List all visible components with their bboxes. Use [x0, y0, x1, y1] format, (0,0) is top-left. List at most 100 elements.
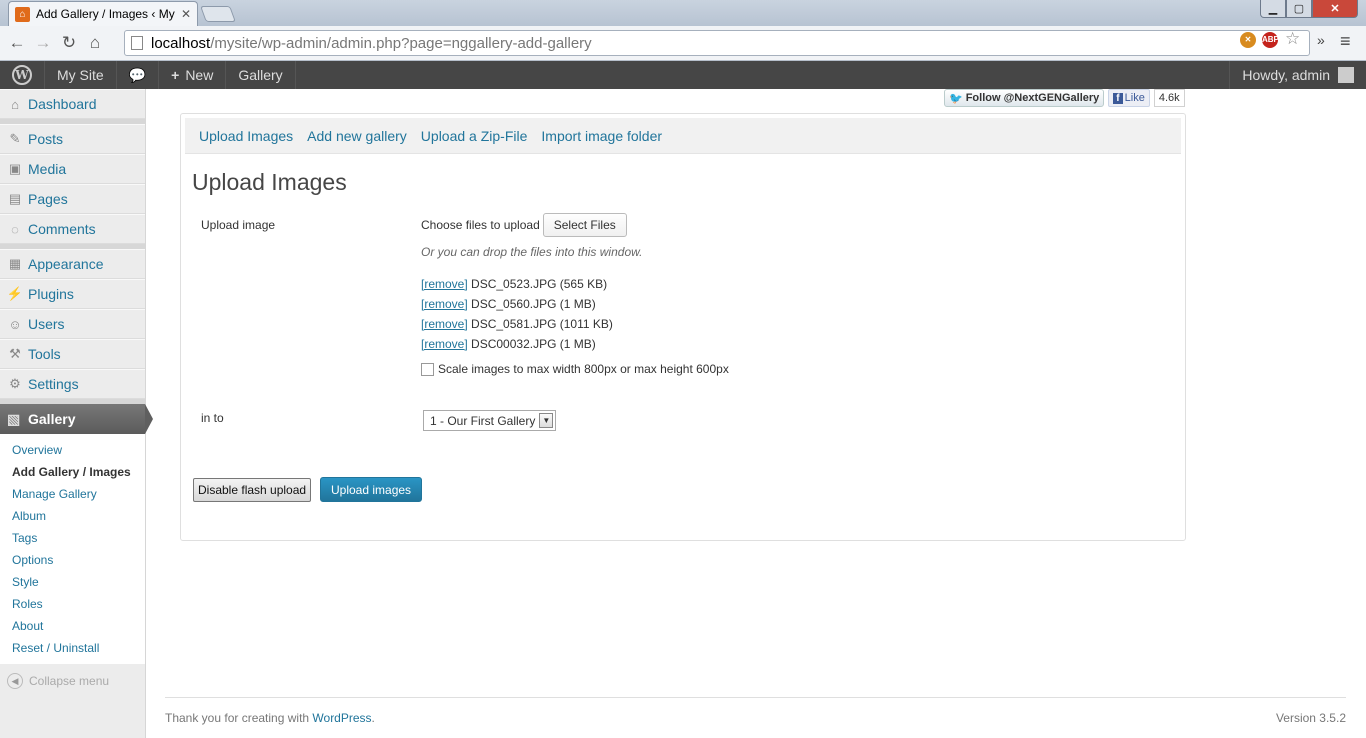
sidebar-item-label: Dashboard	[28, 96, 97, 112]
forward-arrow-icon[interactable]: →	[30, 33, 56, 53]
pin-icon: ✎	[9, 131, 21, 146]
comment-bubble-icon: 💬	[128, 66, 147, 83]
close-window-button[interactable]: ✕	[1312, 0, 1358, 18]
version-text: Version 3.5.2	[1275, 711, 1346, 725]
social-buttons: 🐦 Follow @NextGENGallery f Like 4.6k	[944, 89, 1185, 107]
settings-icon: ⚙	[9, 376, 21, 391]
admin-bar-gallery[interactable]: Gallery	[226, 61, 296, 89]
submenu-reset-uninstall[interactable]: Reset / Uninstall	[0, 637, 145, 659]
sidebar-item-settings[interactable]: ⚙ Settings	[0, 369, 145, 399]
more-extensions-icon[interactable]: »	[1317, 32, 1325, 48]
file-list: [remove] DSC_0523.JPG (565 KB) [remove] …	[421, 274, 613, 354]
tab-upload-zip[interactable]: Upload a Zip-File	[421, 128, 528, 144]
list-item: [remove] DSC_0581.JPG (1011 KB)	[421, 314, 613, 334]
footer-thanks: Thank you for creating with	[165, 711, 313, 725]
users-icon: ☺	[8, 316, 22, 332]
remove-file-link[interactable]: [remove]	[421, 297, 468, 311]
back-arrow-icon[interactable]: ←	[4, 33, 30, 53]
tab-close-icon[interactable]: ✕	[181, 7, 191, 21]
gallery-select[interactable]: 1 - Our First Gallery ▼	[423, 410, 557, 431]
home-icon[interactable]: ⌂	[82, 33, 108, 53]
file-chooser: Choose files to upload Select Files	[421, 213, 627, 237]
sidebar-item-comments[interactable]: ◌ Comments	[0, 214, 145, 244]
like-label: Like	[1124, 92, 1145, 104]
wrench-menu-icon[interactable]: ≡	[1340, 31, 1351, 52]
reload-icon[interactable]: ↻	[56, 33, 82, 53]
sidebar-item-users[interactable]: ☺ Users	[0, 309, 145, 339]
list-item: [remove] DSC_0523.JPG (565 KB)	[421, 274, 613, 294]
plus-icon: +	[171, 67, 180, 83]
sidebar-item-dashboard[interactable]: ⌂ Dashboard	[0, 89, 145, 119]
list-item: [remove] DSC00032.JPG (1 MB)	[421, 334, 613, 354]
wordpress-logo-icon: W	[12, 65, 32, 85]
submenu-style[interactable]: Style	[0, 571, 145, 593]
tab-import-folder[interactable]: Import image folder	[541, 128, 662, 144]
sidebar-item-appearance[interactable]: ▦ Appearance	[0, 249, 145, 279]
admin-bar-comments[interactable]: 💬	[117, 61, 160, 89]
sidebar-item-media[interactable]: ▣ Media	[0, 154, 145, 184]
collapse-menu-label: Collapse menu	[29, 674, 110, 688]
bookmark-star-icon[interactable]: ☆	[1285, 29, 1300, 49]
minimize-button[interactable]: ▁	[1260, 0, 1286, 18]
sidebar-item-tools[interactable]: ⚒ Tools	[0, 339, 145, 369]
disable-flash-upload-button[interactable]: Disable flash upload	[193, 478, 312, 502]
submenu-roles[interactable]: Roles	[0, 593, 145, 615]
new-tab-button[interactable]	[200, 6, 236, 22]
gallery-submenu: Overview Add Gallery / Images Manage Gal…	[0, 434, 145, 664]
submenu-tags[interactable]: Tags	[0, 527, 145, 549]
sidebar-item-posts[interactable]: ✎ Posts	[0, 124, 145, 154]
submenu-overview[interactable]: Overview	[0, 439, 145, 461]
page-icon	[131, 36, 143, 50]
sidebar-item-label: Gallery	[28, 411, 76, 427]
file-name: DSC00032.JPG (1 MB)	[471, 337, 596, 351]
facebook-like-button[interactable]: f Like	[1108, 89, 1150, 107]
admin-bar-new[interactable]: + New	[159, 61, 227, 89]
remove-file-link[interactable]: [remove]	[421, 277, 468, 291]
maximize-button[interactable]: ▢	[1286, 0, 1312, 18]
remove-file-link[interactable]: [remove]	[421, 317, 468, 331]
gallery-select-value: 1 - Our First Gallery	[430, 413, 536, 428]
submenu-about[interactable]: About	[0, 615, 145, 637]
sidebar-item-label: Comments	[28, 221, 96, 237]
select-files-button[interactable]: Select Files	[542, 213, 627, 237]
twitter-follow-button[interactable]: 🐦 Follow @NextGENGallery	[944, 89, 1105, 107]
footer-period: .	[371, 711, 375, 725]
scale-images-checkbox[interactable]	[421, 362, 434, 376]
submenu-album[interactable]: Album	[0, 505, 145, 527]
pages-icon: ▤	[8, 191, 22, 206]
admin-bar-new-label: New	[185, 67, 214, 83]
browser-tabstrip: ⌂ Add Gallery / Images ‹ My ✕ ▁ ▢ ✕	[0, 0, 1366, 26]
sidebar-item-plugins[interactable]: ⚡ Plugins	[0, 279, 145, 309]
remove-file-link[interactable]: [remove]	[421, 337, 468, 351]
sidebar-item-label: Appearance	[28, 256, 104, 272]
adblock-icon[interactable]: ABP	[1262, 32, 1279, 48]
wp-logo-menu[interactable]: W	[0, 61, 45, 89]
site-favicon-icon: ⌂	[15, 6, 30, 22]
admin-footer: Thank you for creating with WordPress. V…	[165, 697, 1346, 725]
facebook-icon: f	[1113, 92, 1123, 104]
dashboard-icon: ⌂	[11, 96, 19, 112]
sidebar-item-label: Media	[28, 161, 67, 177]
submenu-manage-gallery[interactable]: Manage Gallery	[0, 483, 145, 505]
sidebar-item-label: Pages	[28, 191, 68, 207]
submenu-add-gallery[interactable]: Add Gallery / Images	[0, 461, 145, 483]
wordpress-link[interactable]: WordPress	[312, 711, 371, 725]
admin-bar-site[interactable]: My Site	[45, 61, 117, 89]
page-title: Upload Images	[192, 169, 347, 195]
tab-upload-images[interactable]: Upload Images	[199, 128, 293, 144]
url-path: /mysite/wp-admin/admin.php?page=nggaller…	[210, 34, 592, 52]
sidebar-item-pages[interactable]: ▤ Pages	[0, 184, 145, 214]
extension-icon[interactable]: ✕	[1240, 32, 1256, 48]
submenu-options[interactable]: Options	[0, 549, 145, 571]
address-bar[interactable]: localhost/mysite/wp-admin/admin.php?page…	[124, 30, 1310, 56]
browser-tab[interactable]: ⌂ Add Gallery / Images ‹ My ✕	[8, 1, 198, 26]
sidebar-item-gallery[interactable]: ▧ Gallery	[0, 404, 153, 434]
tab-add-new-gallery[interactable]: Add new gallery	[307, 128, 407, 144]
collapse-menu-button[interactable]: ◀ Collapse menu	[0, 664, 145, 698]
scale-images-option: Scale images to max width 800px or max h…	[421, 362, 729, 376]
admin-bar-account[interactable]: Howdy, admin	[1229, 61, 1366, 89]
file-name: DSC_0560.JPG (1 MB)	[471, 297, 596, 311]
choose-files-text: Choose files to upload	[421, 218, 540, 232]
upload-images-button[interactable]: Upload images	[320, 477, 423, 502]
collapse-arrow-icon: ◀	[7, 673, 23, 689]
